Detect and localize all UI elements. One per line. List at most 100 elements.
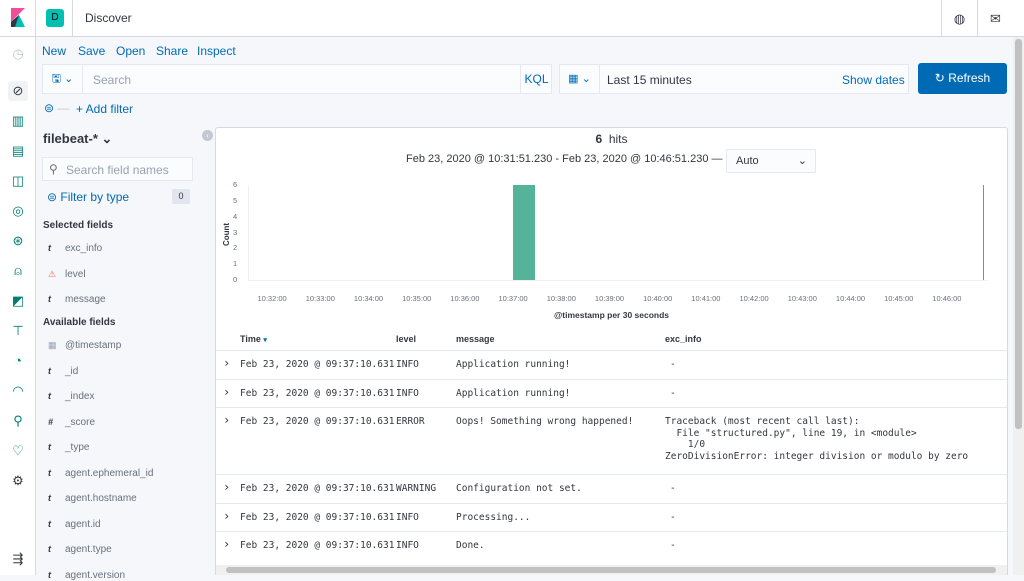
y-tick-label: 4 <box>233 211 238 221</box>
kibana-logo[interactable] <box>0 0 36 37</box>
siem-icon[interactable]: ◠ <box>8 381 28 401</box>
cell-level: INFO <box>396 387 419 399</box>
clock-icon[interactable]: ◷ <box>8 44 28 64</box>
table-row[interactable]: › Feb 23, 2020 @ 09:37:10.631 INFO Applicat… <box>216 378 1007 408</box>
string-type-icon: t <box>48 365 51 376</box>
index-pattern-select[interactable]: filebeat-* ⌄ <box>43 131 112 147</box>
field-item[interactable]: t exc_info <box>48 243 102 254</box>
nav-rail: ◷ ⊘ ▥ ▤ ◫ ◎ ⊛ ⍝ ◩ ⊤ ◔ ◠ ⚲ ♡ ⚙ ⇶ <box>0 37 36 575</box>
cell-exc-info: - <box>670 511 676 523</box>
new-link[interactable]: New <box>42 44 66 58</box>
calendar-icon[interactable]: ▦ ⌄ <box>560 65 600 93</box>
management-icon[interactable]: ⚙ <box>8 471 28 491</box>
save-link[interactable]: Save <box>78 44 105 58</box>
time-picker: ▦ ⌄ Last 15 minutes Show dates <box>559 64 909 94</box>
open-link[interactable]: Open <box>116 44 145 58</box>
field-item[interactable]: t agent.version <box>48 570 125 581</box>
collapse-icon[interactable]: ⇶ <box>8 549 28 569</box>
cell-time: Feb 23, 2020 @ 09:37:10.631 <box>240 511 395 523</box>
refresh-button[interactable]: ↻ Refresh <box>918 63 1007 94</box>
date-type-icon: ▦ <box>48 340 57 350</box>
available-fields-heading: Available fields <box>43 317 116 328</box>
canvas-icon[interactable]: ◫ <box>8 171 28 191</box>
add-filter-button[interactable]: + Add filter <box>76 102 133 116</box>
table-row[interactable]: › Feb 23, 2020 @ 09:37:10.631 ERROR Oops! S… <box>216 407 1007 474</box>
expand-row-icon[interactable]: › <box>223 480 230 494</box>
field-search-placeholder: Search field names <box>66 163 169 177</box>
cell-exc-info: - <box>670 387 676 399</box>
field-item[interactable]: t _id <box>48 366 78 377</box>
field-item[interactable]: t _type <box>48 442 89 453</box>
share-link[interactable]: Share <box>156 44 188 58</box>
time-range[interactable]: Last 15 minutes <box>607 73 692 87</box>
table-row[interactable]: › Feb 23, 2020 @ 09:37:10.631 WARNING Confi… <box>216 474 1007 503</box>
apm-icon[interactable]: ⊤ <box>8 321 28 341</box>
field-item[interactable]: t agent.ephemeral_id <box>48 468 153 479</box>
field-item[interactable]: # _score <box>48 417 95 428</box>
inspect-link[interactable]: Inspect <box>197 44 236 58</box>
logs-icon[interactable]: ◩ <box>8 291 28 311</box>
cell-time: Feb 23, 2020 @ 09:37:10.631 <box>240 483 395 494</box>
field-item[interactable]: t agent.id <box>48 519 101 530</box>
visualize-icon[interactable]: ▥ <box>8 111 28 131</box>
field-name: _index <box>65 391 95 402</box>
field-item[interactable]: t message <box>48 294 106 305</box>
x-tick-label: 10:36:00 <box>450 294 480 303</box>
vertical-scrollbar[interactable] <box>1013 37 1024 575</box>
cell-message: Done. <box>456 540 485 551</box>
field-search-input[interactable]: ⚲ Search field names <box>42 157 193 181</box>
expand-row-icon[interactable]: › <box>223 385 230 399</box>
expand-row-icon[interactable]: › <box>223 509 230 523</box>
mail-icon[interactable]: ✉ <box>977 0 1013 37</box>
dev-tools-icon[interactable]: ⚲ <box>8 411 28 431</box>
column-level[interactable]: level <box>396 334 416 344</box>
maps-icon[interactable]: ◎ <box>8 201 28 221</box>
globe-icon[interactable]: ◍ <box>941 0 977 37</box>
field-item[interactable]: ⚠ level <box>48 269 86 280</box>
field-item[interactable]: ▦ @timestamp <box>48 340 121 351</box>
filter-by-type-button[interactable]: ⊜ Filter by type <box>47 190 129 204</box>
table-row[interactable]: › Feb 23, 2020 @ 09:37:10.631 INFO Processi… <box>216 502 1007 532</box>
show-dates-button[interactable]: Show dates <box>842 73 905 87</box>
ml-icon[interactable]: ⊛ <box>8 231 28 251</box>
compass-icon[interactable]: ⊘ <box>8 81 28 101</box>
column-message[interactable]: message <box>456 334 495 344</box>
saved-query-button[interactable]: 🖫 ⌄ <box>43 65 83 93</box>
space-avatar[interactable]: D <box>46 9 64 27</box>
cell-level: INFO <box>396 540 419 551</box>
dashboard-icon[interactable]: ▤ <box>8 141 28 161</box>
column-time[interactable]: Time ▾ <box>240 334 267 344</box>
search-icon: ⚲ <box>49 162 58 176</box>
results-panel: 6 hits Feb 23, 2020 @ 10:31:51.230 - Feb… <box>215 127 1008 575</box>
sort-down-icon[interactable]: ▾ <box>263 337 267 344</box>
field-item[interactable]: t agent.hostname <box>48 493 137 504</box>
histogram-bar[interactable] <box>513 185 536 280</box>
x-tick-label: 10:35:00 <box>402 294 432 303</box>
metrics-icon[interactable]: ⍝ <box>8 261 28 281</box>
filter-icon[interactable]: ⊜ — <box>44 101 69 115</box>
divider <box>72 0 73 37</box>
cell-exc-info: - <box>670 540 676 551</box>
horizontal-scrollbar[interactable] <box>216 565 1007 575</box>
cell-message: Oops! Something wrong happened! <box>456 416 634 427</box>
x-tick-label: 10:42:00 <box>739 294 769 303</box>
expand-row-icon[interactable]: › <box>223 537 230 551</box>
kql-button[interactable]: KQL <box>520 65 552 93</box>
cell-time: Feb 23, 2020 @ 09:37:10.631 <box>240 416 395 427</box>
column-exc-info[interactable]: exc_info <box>665 334 702 344</box>
x-tick-label: 10:44:00 <box>835 294 866 303</box>
collapse-sidebar-icon[interactable]: ‹ <box>202 130 213 141</box>
cell-level: WARNING <box>396 483 437 494</box>
field-item[interactable]: t agent.type <box>48 544 112 555</box>
string-type-icon: t <box>48 243 51 253</box>
expand-row-icon[interactable]: › <box>223 356 230 370</box>
monitoring-icon[interactable]: ♡ <box>8 441 28 461</box>
search-input[interactable]: Search <box>93 73 131 87</box>
table-row[interactable]: › Feb 23, 2020 @ 09:37:10.631 INFO Applicat… <box>216 350 1007 379</box>
expand-row-icon[interactable]: › <box>223 413 230 427</box>
uptime-icon[interactable]: ◔ <box>8 351 28 371</box>
table-row[interactable]: › Feb 23, 2020 @ 09:37:10.631 INFO Done. - <box>216 531 1007 560</box>
field-item[interactable]: t _index <box>48 391 94 402</box>
index-pattern-label: filebeat-* <box>43 131 98 146</box>
refresh-icon: ↻ <box>934 71 945 85</box>
